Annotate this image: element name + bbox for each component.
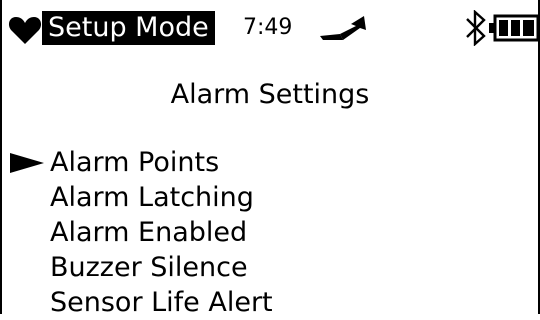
page-title: Alarm Settings (170, 79, 370, 110)
menu-item-label: Alarm Latching (50, 182, 254, 213)
menu-item-sensor-life-alert[interactable]: Sensor Life Alert (0, 285, 540, 320)
battery-cell (511, 20, 520, 36)
menu-item-alarm-latching[interactable]: Alarm Latching (0, 180, 540, 215)
device-screen: Setup Mode 7:49 Alarm Settings Alarm Poi… (0, 0, 540, 318)
heart-icon (8, 17, 42, 44)
menu-item-alarm-enabled[interactable]: Alarm Enabled (0, 215, 540, 250)
menu-item-alarm-points[interactable]: Alarm Points (0, 145, 540, 180)
clock: 7:49 (243, 15, 293, 40)
battery-icon (489, 14, 540, 42)
menu-item-label: Sensor Life Alert (50, 287, 273, 318)
battery-cell (499, 20, 508, 36)
settings-menu: Alarm Points Alarm Latching Alarm Enable… (0, 145, 540, 320)
menu-item-label: Buzzer Silence (50, 252, 248, 283)
menu-item-label: Alarm Enabled (50, 217, 248, 248)
mode-label: Setup Mode (42, 11, 215, 45)
signal-icon (320, 16, 366, 40)
menu-item-buzzer-silence[interactable]: Buzzer Silence (0, 250, 540, 285)
selection-pointer-icon (10, 153, 44, 173)
battery-cell (523, 20, 534, 36)
menu-item-label: Alarm Points (50, 147, 220, 178)
bluetooth-icon (466, 10, 486, 46)
